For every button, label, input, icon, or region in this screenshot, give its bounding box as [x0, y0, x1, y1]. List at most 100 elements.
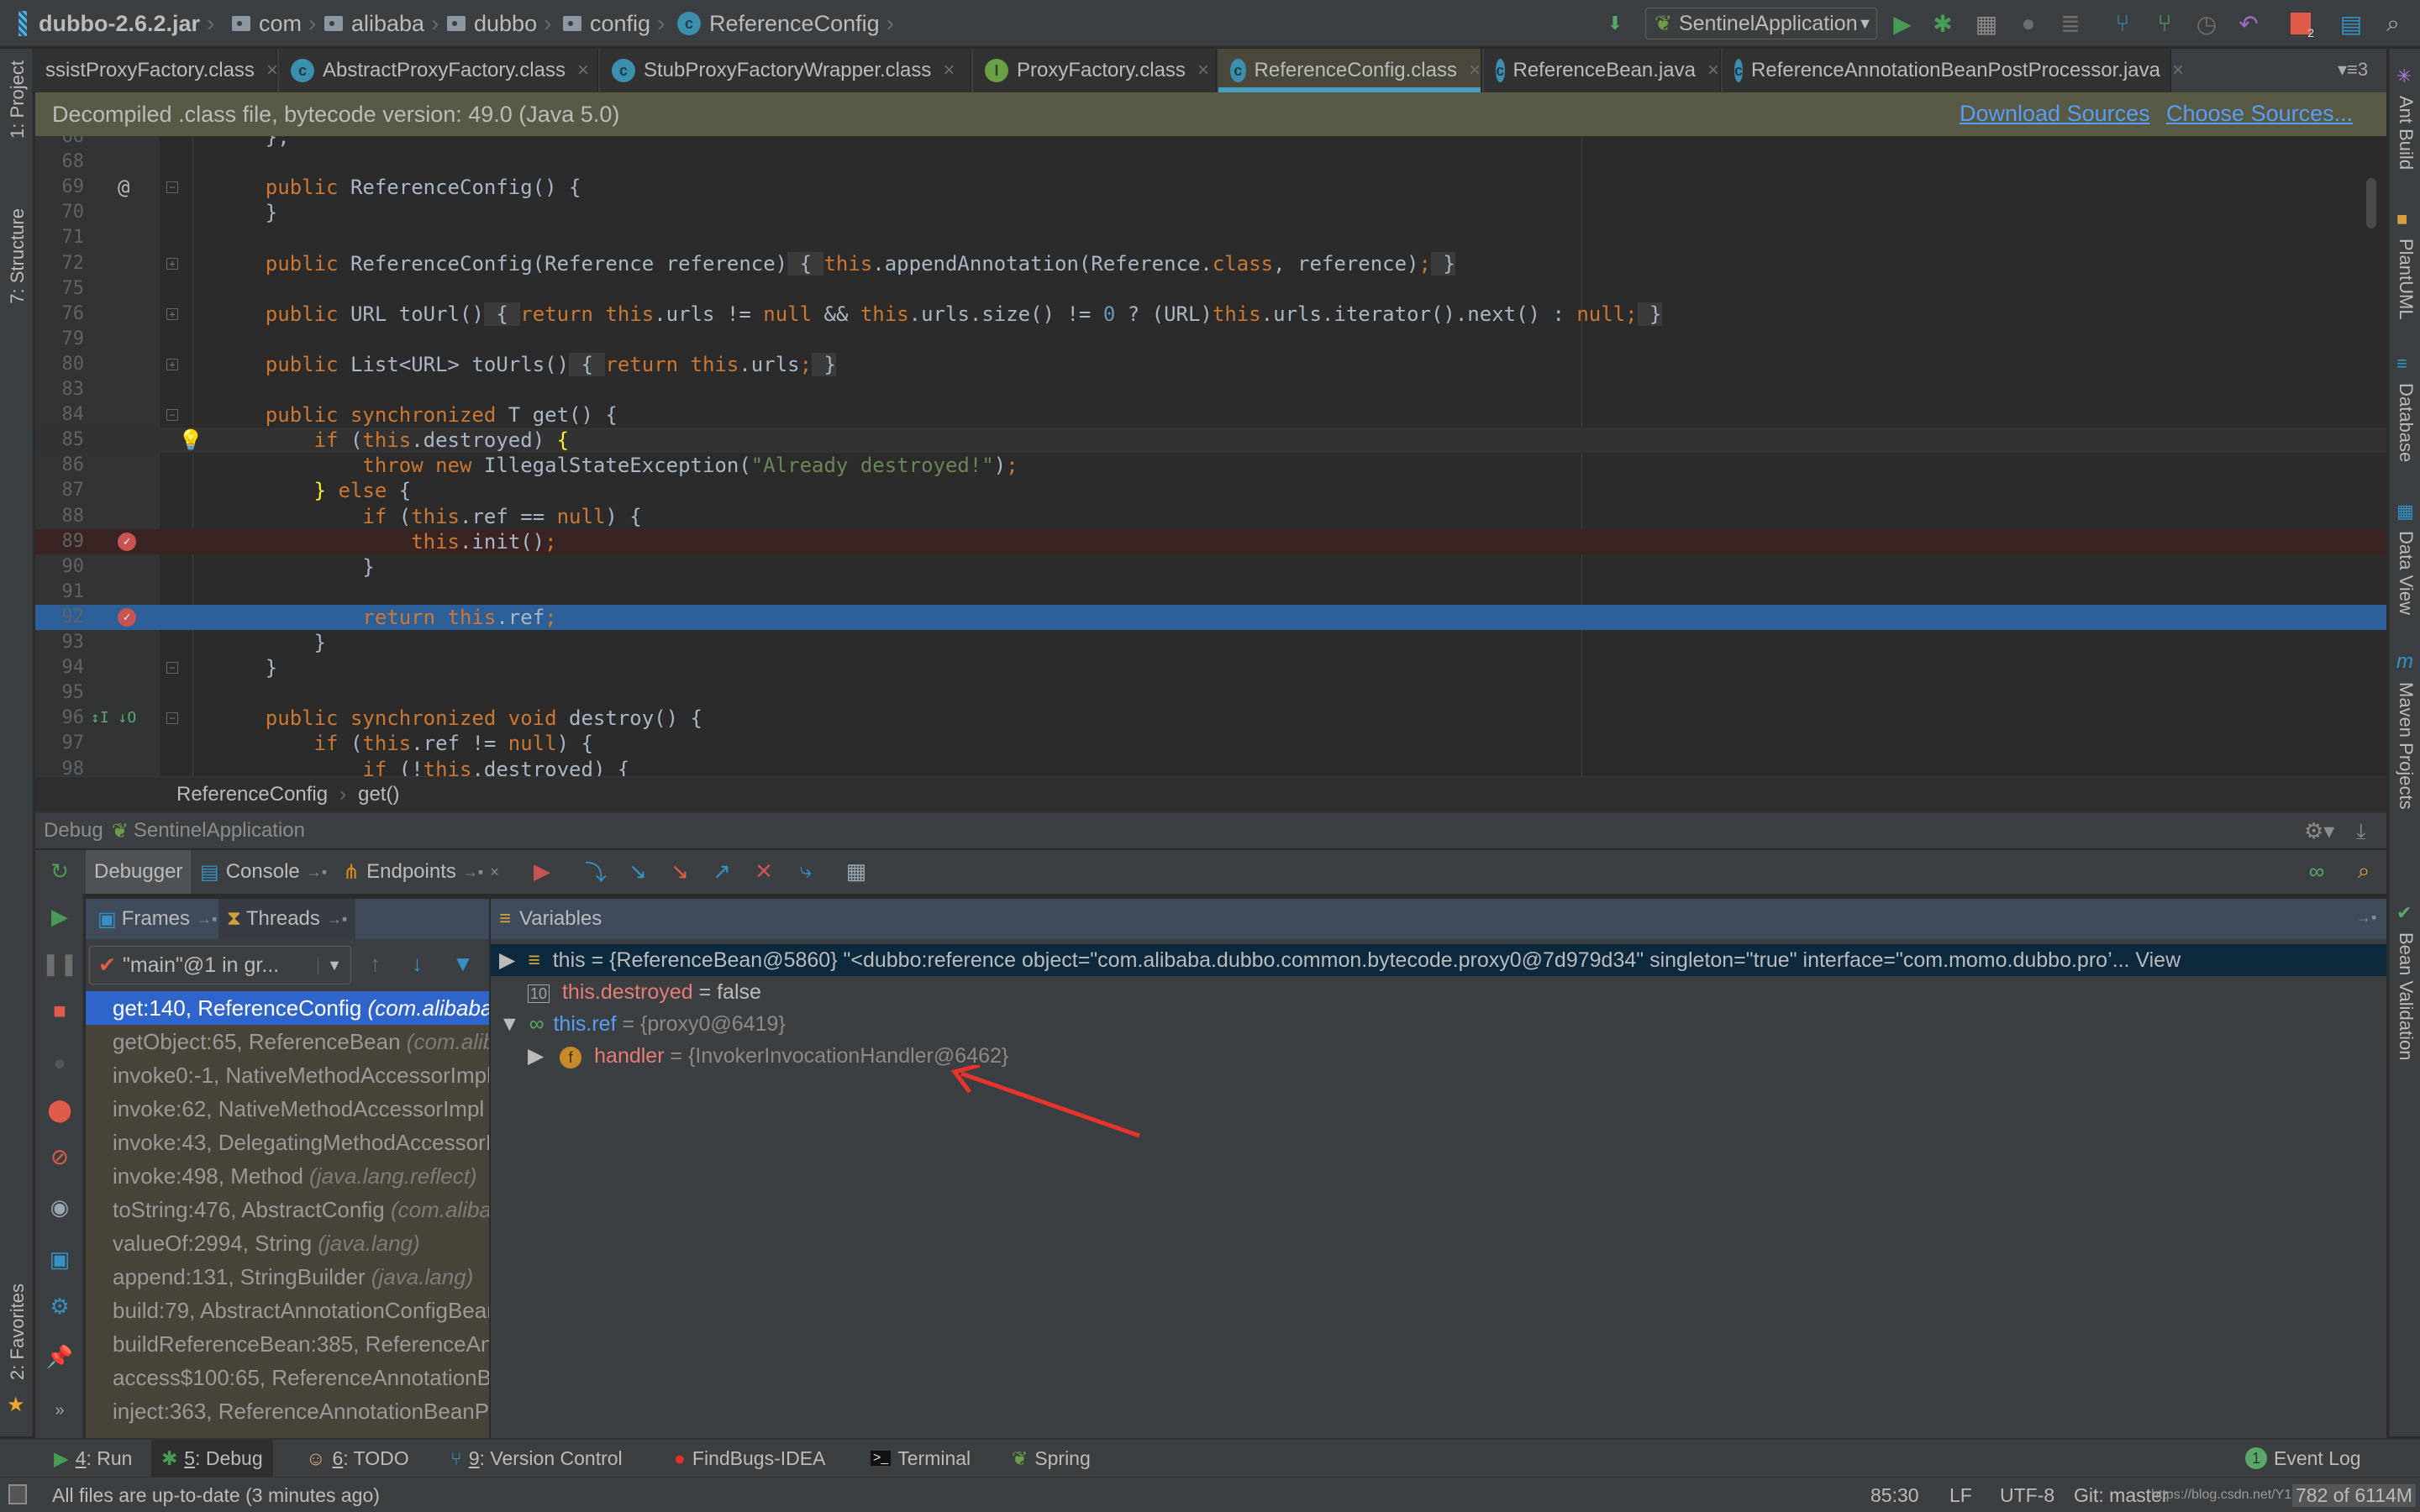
tool-todo[interactable]: ☺ 6: TODO: [296, 1440, 419, 1477]
tool-debug[interactable]: ✱ 5: Debug: [151, 1440, 273, 1477]
editor-scrollbar[interactable]: [2366, 178, 2376, 228]
vcs-update-icon[interactable]: ⑂: [2109, 10, 2136, 37]
pin-icon[interactable]: →▪: [463, 864, 483, 881]
tab-endpoints[interactable]: ⋔ Endpoints →▪ ×: [334, 850, 508, 894]
code-line[interactable]: 97 if (this.ref != null) {: [35, 731, 2386, 756]
close-icon[interactable]: ×: [1197, 59, 1209, 82]
caret-position[interactable]: 85:30: [1870, 1484, 1919, 1507]
tab-console[interactable]: ▤ Console →▪: [192, 850, 335, 894]
close-icon[interactable]: ×: [577, 59, 589, 82]
drop-frame-icon[interactable]: ✕: [751, 858, 776, 884]
debug-icon[interactable]: ✱: [1929, 10, 1956, 37]
fold-toggle-icon[interactable]: −: [166, 181, 178, 194]
code-line[interactable]: 70 }: [35, 200, 2386, 225]
fold-toggle-icon[interactable]: −: [166, 712, 178, 725]
run-to-cursor-icon[interactable]: ⤷: [793, 858, 818, 884]
revert-icon[interactable]: ↶: [2235, 10, 2262, 37]
fold-toggle-icon[interactable]: −: [166, 662, 178, 675]
pin-tab-icon[interactable]: 📌: [46, 1344, 73, 1369]
code-line[interactable]: 86 throw new IllegalStateException("Alre…: [35, 453, 2386, 478]
tool-maven-projects[interactable]: Maven Projects: [2395, 682, 2417, 810]
build-project-icon[interactable]: ≣: [2057, 10, 2084, 37]
tool-spring[interactable]: ❦ Spring: [1002, 1440, 1101, 1477]
tab-abstract-proxy-factory[interactable]: c AbstractProxyFactory.class ×: [279, 49, 598, 92]
fold-toggle-icon[interactable]: +: [166, 307, 178, 320]
stop-icon[interactable]: ●: [2015, 10, 2042, 37]
hide-panel-icon[interactable]: ⤓: [2356, 818, 2366, 845]
filter-icon[interactable]: ▼: [452, 951, 474, 977]
build-icon[interactable]: ⬇: [1602, 10, 1628, 37]
tool-event-log[interactable]: 1 Event Log: [2235, 1440, 2371, 1477]
stack-frame[interactable]: invoke0:-1, NativeMethodAccessorImpl (su…: [86, 1058, 489, 1092]
inspect-icon[interactable]: ⌕: [2351, 858, 2376, 884]
code-editor[interactable]: 66 }; 68 69 @ − public ReferenceConfig() {70…: [35, 136, 2386, 776]
close-icon[interactable]: ×: [1707, 59, 1719, 82]
variable-row-this[interactable]: ▶ ≡ this = {ReferenceBean@5860} "<dubbo:…: [491, 944, 2386, 976]
choose-sources-link[interactable]: Choose Sources...: [2166, 101, 2353, 127]
tool-terminal[interactable]: >_ Terminal: [860, 1440, 981, 1477]
code-line[interactable]: 92 ✓ return this.ref;: [35, 604, 2386, 630]
code-line[interactable]: 85 💡 if (this.destroyed) {: [35, 428, 2386, 454]
breadcrumb-jar[interactable]: dubbo-2.6.2.jar ›: [18, 0, 221, 47]
tool-version-control[interactable]: ⑂ 9: Version Control: [440, 1440, 633, 1477]
camera-icon[interactable]: ◉: [47, 1194, 72, 1220]
tab-stub-proxy-factory-wrapper[interactable]: c StubProxyFactoryWrapper.class ×: [600, 49, 971, 92]
fold-toggle-icon[interactable]: +: [166, 257, 178, 270]
pin-icon[interactable]: →▪: [327, 911, 347, 928]
code-line[interactable]: 84 − public synchronized T get() {: [35, 402, 2386, 428]
step-out-icon[interactable]: ↗: [709, 858, 734, 884]
run-icon[interactable]: ▶: [1889, 10, 1916, 37]
mute-icon[interactable]: ●: [47, 1050, 72, 1075]
code-line[interactable]: 94 − }: [35, 655, 2386, 680]
next-frame-icon[interactable]: ↓: [412, 951, 423, 977]
mute-breakpoints-icon[interactable]: ⊘: [47, 1144, 72, 1169]
stack-frame[interactable]: inject:363, ReferenceAnnotationBeanPostP…: [86, 1394, 489, 1428]
resume-icon[interactable]: ▶: [47, 904, 72, 929]
breadcrumb-com[interactable]: com ›: [232, 0, 323, 47]
run-configuration-selector[interactable]: ❦ SentinelApplication ▼: [1645, 8, 1877, 39]
code-line[interactable]: 68: [35, 150, 2386, 175]
pin-icon[interactable]: →▪: [197, 911, 217, 928]
stack-frame[interactable]: toString:476, AbstractConfig (com.alibab…: [86, 1193, 489, 1226]
code-line[interactable]: 88 if (this.ref == null) {: [35, 504, 2386, 529]
tab-threads[interactable]: ⧗ Threads →▪: [218, 899, 356, 939]
search-icon[interactable]: ⌕: [2380, 10, 2407, 37]
tool-data-view[interactable]: Data View: [2395, 531, 2417, 615]
tab-proxy-factory[interactable]: I ProxyFactory.class ×: [973, 49, 1217, 92]
code-line[interactable]: 80 + public List<URL> toUrls() { return t…: [35, 352, 2386, 377]
tab-javassist-proxy-factory[interactable]: ssistProxyFactory.class ×: [34, 49, 278, 92]
stack-frame[interactable]: get:140, ReferenceConfig (com.alibaba.du…: [86, 991, 489, 1025]
watches-icon[interactable]: ∞: [2304, 858, 2329, 884]
expand-icon[interactable]: ▶: [528, 1044, 544, 1068]
code-line[interactable]: 98 if (!this.destroyed) {: [35, 757, 2386, 777]
pin-icon[interactable]: →▪: [2356, 909, 2376, 927]
tool-favorites[interactable]: 2: Favorites: [7, 1284, 29, 1380]
stack-frame[interactable]: append:131, StringBuilder (java.lang): [86, 1260, 489, 1294]
vcs-history-icon[interactable]: ◷: [2193, 10, 2220, 37]
view-breakpoints-icon[interactable]: ⬤: [47, 1097, 72, 1122]
close-icon[interactable]: ×: [1469, 59, 1481, 82]
step-over-icon[interactable]: ⤵: [583, 858, 608, 885]
force-step-into-icon[interactable]: ↘: [667, 858, 692, 884]
toggle-tool-windows-icon[interactable]: [8, 1484, 27, 1504]
tab-frames[interactable]: ▣ Frames →▪: [89, 899, 225, 939]
close-icon[interactable]: ×: [2172, 59, 2184, 82]
tab-overflow-button[interactable]: ▾≡3: [2338, 59, 2368, 81]
stack-frame[interactable]: access$100:65, ReferenceAnnotationBeanPo…: [86, 1361, 489, 1394]
code-line[interactable]: 95: [35, 680, 2386, 706]
code-line[interactable]: 66 };: [35, 136, 2386, 150]
previous-frame-icon[interactable]: ↑: [370, 951, 381, 977]
tool-plantuml[interactable]: PlantUML: [2395, 239, 2417, 320]
memory-indicator[interactable]: 782 of 6114M: [2292, 1484, 2416, 1507]
stack-frame[interactable]: invoke:43, DelegatingMethodAccessorImpl …: [86, 1126, 489, 1159]
breadcrumb-alibaba[interactable]: alibaba ›: [324, 0, 445, 47]
pin-icon[interactable]: →▪: [307, 864, 327, 881]
stack-frame[interactable]: getObject:65, ReferenceBean (com.alibaba…: [86, 1025, 489, 1058]
code-line[interactable]: 71: [35, 225, 2386, 250]
evaluate-expression-icon[interactable]: ▦: [844, 858, 869, 884]
rerun-icon[interactable]: ↻: [47, 858, 72, 884]
breakpoint-icon[interactable]: ✓: [118, 607, 136, 627]
code-line[interactable]: 91: [35, 580, 2386, 605]
stack-frame[interactable]: valueOf:2994, String (java.lang): [86, 1226, 489, 1260]
tab-reference-bean[interactable]: c ReferenceBean.java ×: [1484, 49, 1721, 92]
